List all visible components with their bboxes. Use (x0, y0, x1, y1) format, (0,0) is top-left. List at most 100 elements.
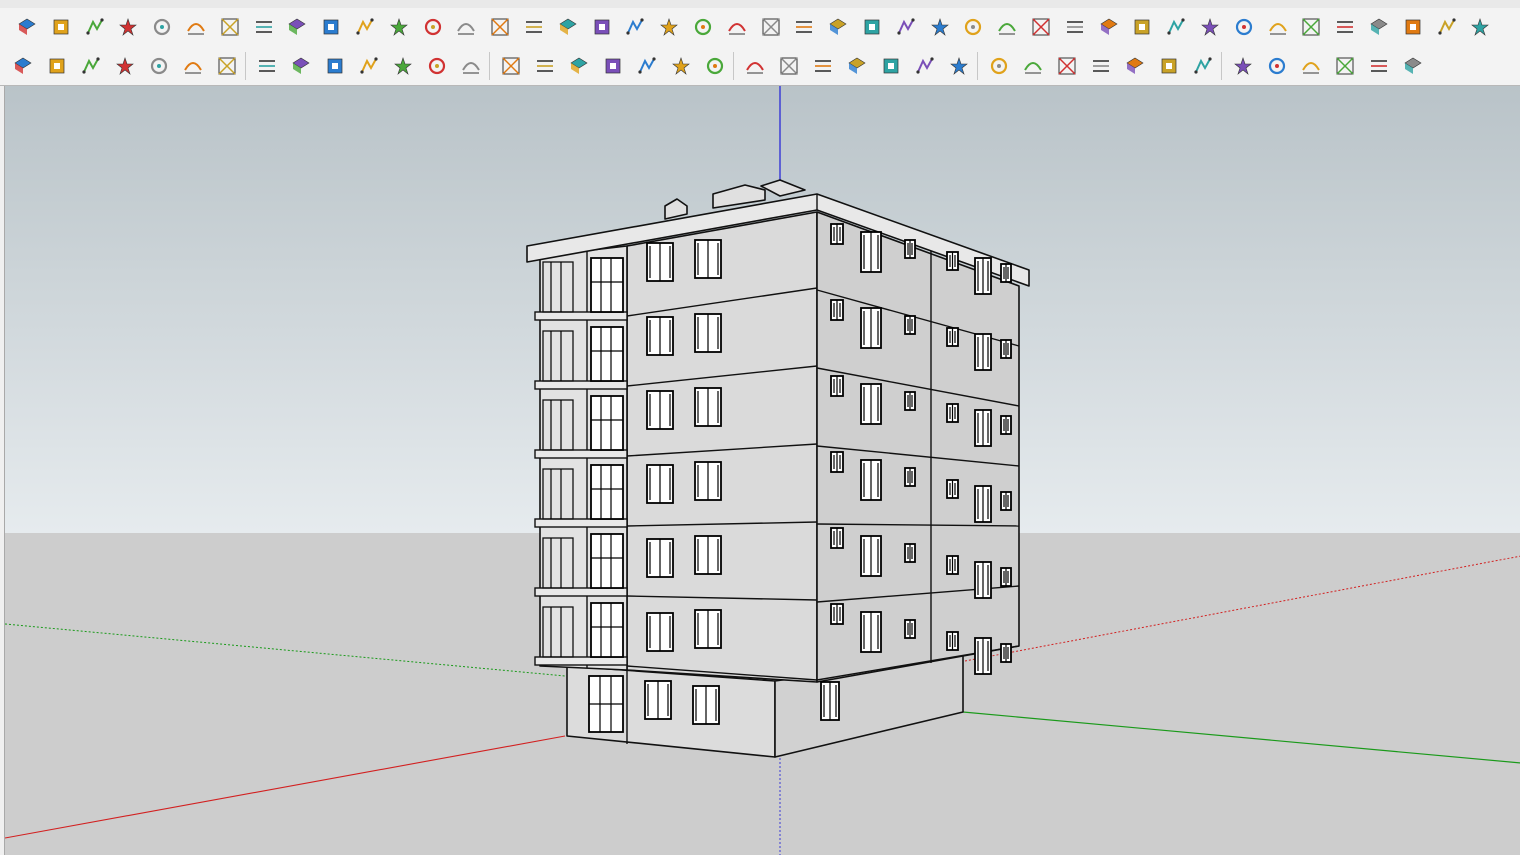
mesh-icon[interactable] (1298, 53, 1324, 79)
grid-orange-icon[interactable] (1028, 14, 1054, 40)
brown-prism-icon[interactable] (1400, 14, 1426, 40)
move-arrows-icon[interactable] (758, 14, 784, 40)
house-green-icon[interactable] (742, 53, 768, 79)
ellipse-icon[interactable] (634, 53, 660, 79)
hatch-yellow-icon[interactable] (1096, 14, 1122, 40)
window (646, 316, 674, 356)
top-view-icon[interactable] (14, 14, 40, 40)
sector-icon[interactable] (668, 53, 694, 79)
toolbar-row-2 (0, 46, 1520, 86)
window (646, 538, 674, 578)
rotate-orange-icon[interactable] (183, 14, 209, 40)
arc-icon[interactable] (356, 53, 382, 79)
select-arrow-icon[interactable] (776, 53, 802, 79)
bag-icon[interactable] (10, 53, 36, 79)
green-arrow-icon[interactable] (1366, 14, 1392, 40)
blue-chart-icon[interactable] (1467, 14, 1493, 40)
model-viewport[interactable] (4, 86, 1520, 855)
n-curve-icon[interactable] (180, 53, 206, 79)
divide-minus-icon[interactable] (1054, 53, 1080, 79)
frame-icon[interactable] (1062, 14, 1088, 40)
panel-diag-icon[interactable] (1264, 53, 1290, 79)
corner-icon[interactable] (386, 14, 412, 40)
dimension-icon[interactable] (1332, 14, 1358, 40)
line-tool-icon[interactable] (1298, 14, 1324, 40)
blue-x-icon[interactable] (521, 14, 547, 40)
green-cross-icon[interactable] (487, 14, 513, 40)
window (946, 555, 959, 575)
line-green-icon[interactable] (532, 53, 558, 79)
house-arrow-icon[interactable] (893, 14, 919, 40)
window (974, 409, 992, 447)
node-path-icon[interactable] (420, 14, 446, 40)
window (974, 637, 992, 675)
red-arrows-icon[interactable] (927, 14, 953, 40)
arc-red-icon[interactable] (498, 53, 524, 79)
brown-bucket-icon[interactable] (791, 14, 817, 40)
grid-filled-icon[interactable] (1230, 53, 1256, 79)
red-cross-icon[interactable] (453, 14, 479, 40)
push-box-icon[interactable] (318, 14, 344, 40)
outliner-icon[interactable] (149, 14, 175, 40)
flag-icon[interactable] (284, 14, 310, 40)
checker-icon[interactable] (1400, 53, 1426, 79)
rectangle-icon[interactable] (288, 53, 314, 79)
red-undo-icon[interactable] (825, 14, 851, 40)
divide-line-icon[interactable] (986, 53, 1012, 79)
window (1000, 643, 1012, 663)
window (1000, 491, 1012, 511)
red-box-icon[interactable] (115, 14, 141, 40)
blue-knot-icon[interactable] (724, 14, 750, 40)
arc-2-icon[interactable] (458, 53, 484, 79)
toolbar-separator (977, 52, 978, 80)
s-curve-icon[interactable] (214, 53, 240, 79)
green-layer-icon[interactable] (702, 53, 728, 79)
red-dots-icon[interactable] (1197, 14, 1223, 40)
spiral-icon[interactable] (322, 53, 348, 79)
bezier-icon[interactable] (78, 53, 104, 79)
window (1000, 567, 1012, 587)
window (860, 535, 882, 577)
scene-canvas[interactable] (5, 86, 1520, 855)
scale-down-icon[interactable] (844, 53, 870, 79)
wrench-arm-icon[interactable] (352, 14, 378, 40)
panel-red-icon[interactable] (1156, 53, 1182, 79)
arc-green-icon[interactable] (254, 53, 280, 79)
wrench-icon[interactable] (600, 53, 626, 79)
green-split-icon[interactable] (859, 14, 885, 40)
teal-tree-icon[interactable] (589, 14, 615, 40)
brown-cubes-icon[interactable] (1434, 14, 1460, 40)
polyline-icon[interactable] (112, 53, 138, 79)
align-plus-icon[interactable] (912, 53, 938, 79)
yellow-triangle-icon[interactable] (622, 14, 648, 40)
red-square-icon[interactable] (217, 14, 243, 40)
teal-cone-icon[interactable] (555, 14, 581, 40)
align-lines-icon[interactable] (878, 53, 904, 79)
divide-plus-icon[interactable] (1020, 53, 1046, 79)
brick-icon[interactable] (1332, 53, 1358, 79)
yellow-loop-icon[interactable] (656, 14, 682, 40)
freehand-icon[interactable] (390, 53, 416, 79)
ground-plane-icon[interactable] (82, 14, 108, 40)
panel-grid-icon[interactable] (1122, 53, 1148, 79)
red-stack-icon[interactable] (960, 14, 986, 40)
grid-blue-icon[interactable] (1190, 53, 1216, 79)
polygon-icon[interactable] (566, 53, 592, 79)
panel-x-icon[interactable] (1088, 53, 1114, 79)
scale-up-icon[interactable] (810, 53, 836, 79)
orange-grid-icon[interactable] (1163, 14, 1189, 40)
zigzag-icon[interactable] (146, 53, 172, 79)
section-lines-icon[interactable] (251, 14, 277, 40)
align-minus-icon[interactable] (946, 53, 972, 79)
window (946, 403, 959, 423)
topo-icon[interactable] (44, 53, 70, 79)
yellow-grid-icon[interactable] (1129, 14, 1155, 40)
array-icon[interactable] (1265, 14, 1291, 40)
iso-view-icon[interactable] (48, 14, 74, 40)
red-gem-icon[interactable] (994, 14, 1020, 40)
orange-knot-icon[interactable] (690, 14, 716, 40)
hook-icon[interactable] (424, 53, 450, 79)
dome-icon[interactable] (1366, 53, 1392, 79)
window (646, 612, 674, 652)
dotted-circle-icon[interactable] (1231, 14, 1257, 40)
